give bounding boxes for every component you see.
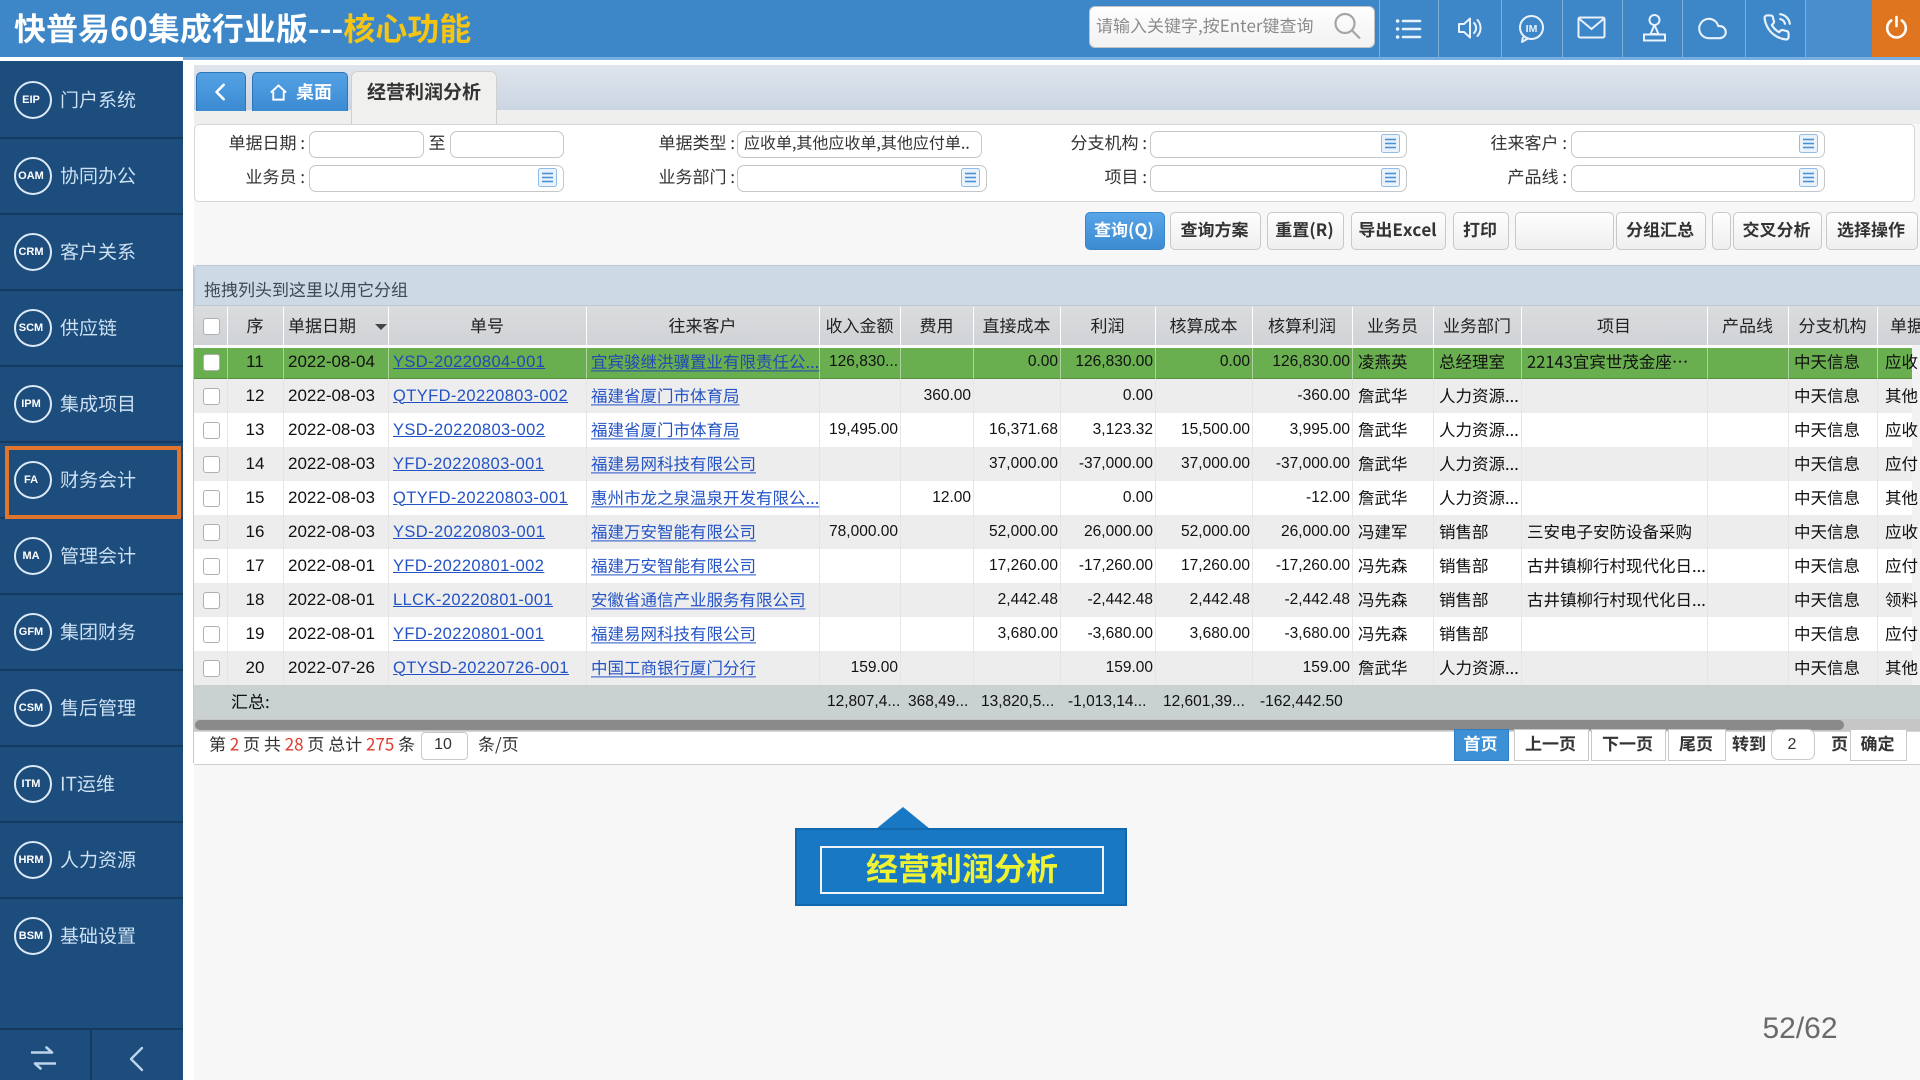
svg-text:IM: IM: [1526, 23, 1538, 35]
